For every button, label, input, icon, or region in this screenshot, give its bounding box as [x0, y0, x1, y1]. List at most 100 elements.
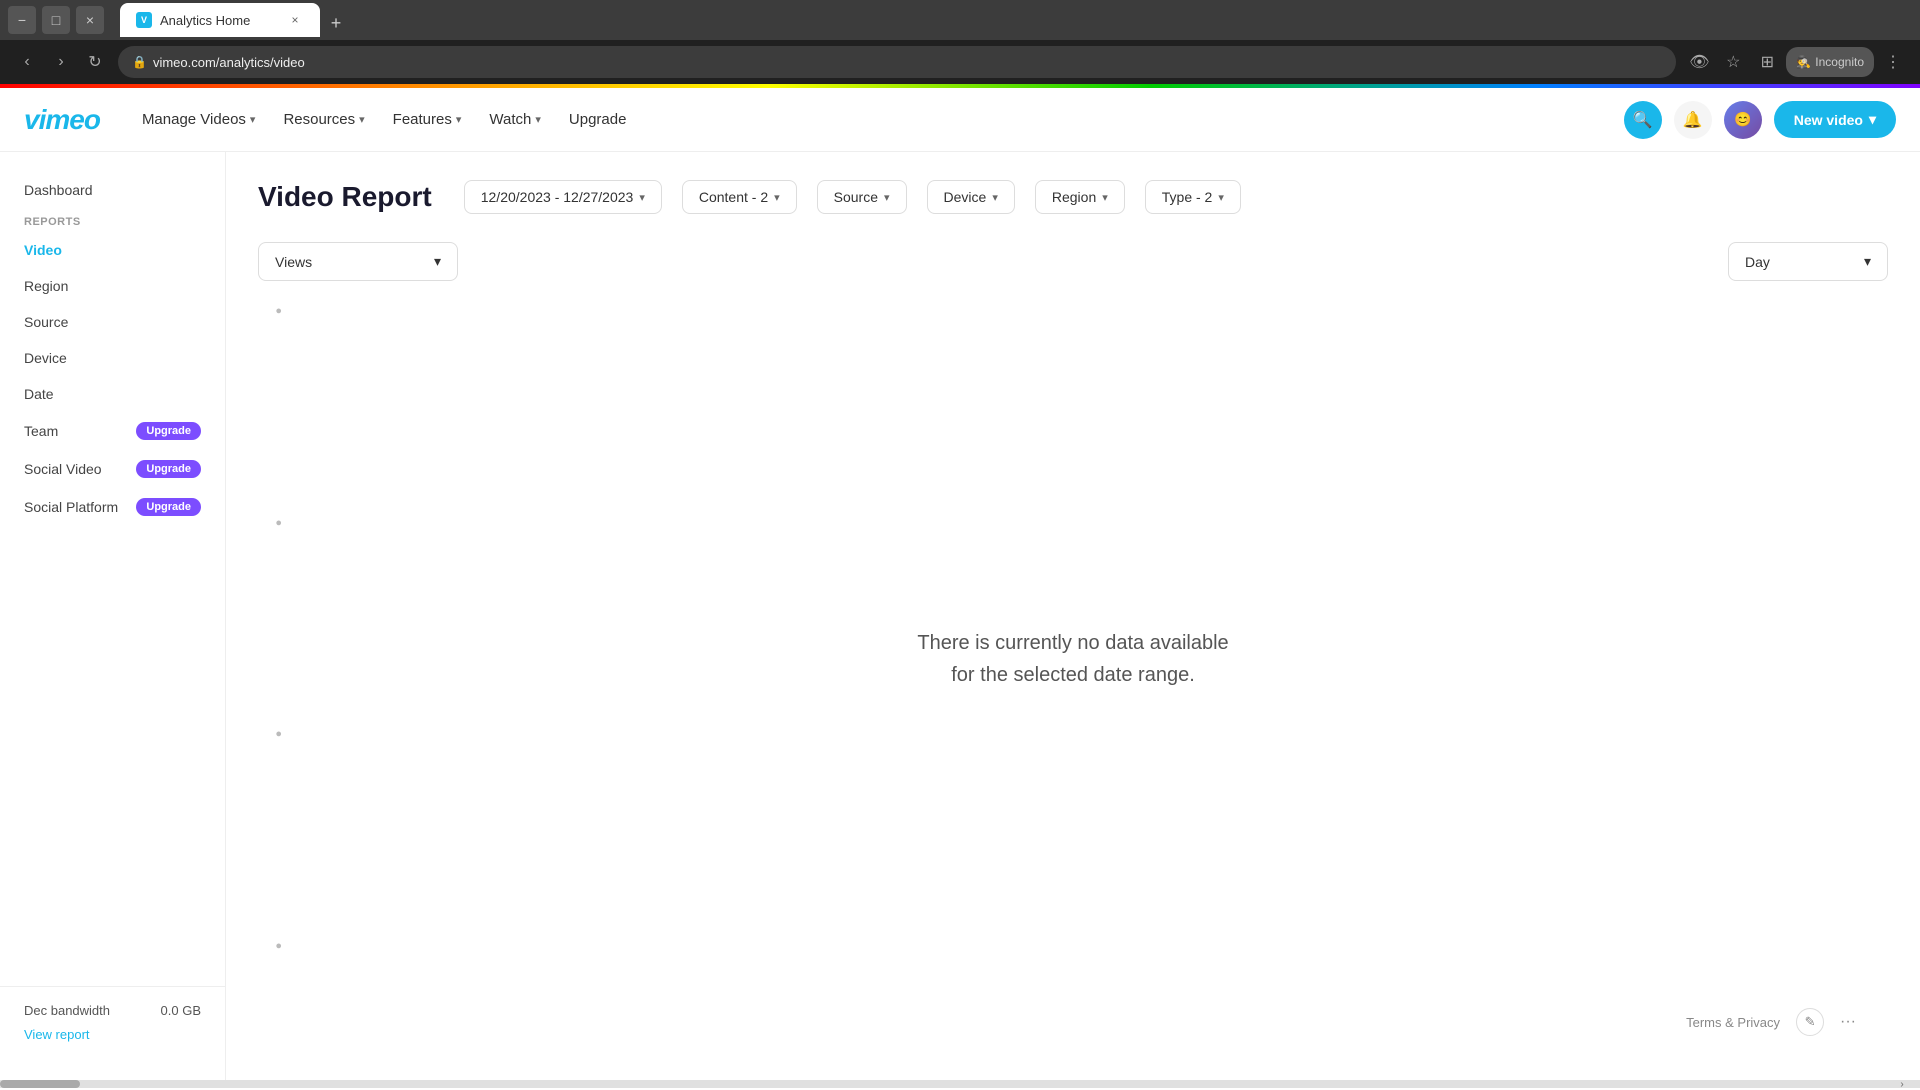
terms-privacy-link[interactable]: Terms & Privacy: [1686, 1015, 1780, 1030]
sidebar-source-label: Source: [24, 314, 68, 330]
views-select-chevron: ▾: [434, 253, 441, 270]
views-select[interactable]: Views ▾: [258, 242, 458, 281]
page-title: Video Report: [258, 181, 432, 213]
tab-title: Analytics Home: [160, 13, 278, 28]
sidebar-device-label: Device: [24, 350, 67, 366]
minimize-button[interactable]: −: [8, 6, 36, 34]
sidebar-item-device[interactable]: Device: [0, 340, 225, 376]
sidebar-item-date[interactable]: Date: [0, 376, 225, 412]
nav-manage-videos[interactable]: Manage Videos ▾: [132, 105, 266, 134]
more-options-icon[interactable]: ···: [1840, 1013, 1856, 1031]
top-nav: vimeo Manage Videos ▾ Resources ▾ Featur…: [0, 88, 1920, 152]
sidebar-footer: Dec bandwidth 0.0 GB View report: [0, 986, 225, 1060]
device-filter-button[interactable]: Device ▾: [927, 180, 1015, 214]
no-data-line1: There is currently no data available: [917, 627, 1228, 659]
incognito-label: Incognito: [1815, 55, 1864, 69]
nav-features[interactable]: Features ▾: [383, 105, 472, 134]
scrollbar-thumb[interactable]: [0, 1080, 80, 1088]
day-select-label: Day: [1745, 254, 1770, 270]
sidebar-date-label: Date: [24, 386, 54, 402]
new-video-label: New video: [1794, 112, 1863, 128]
sidebar-social-video-label: Social Video: [24, 461, 102, 477]
omnibar-actions: 👁 ☆ ⊞ 🕵 Incognito ⋮: [1684, 47, 1908, 77]
edit-icon[interactable]: ✎: [1796, 1008, 1824, 1036]
day-select[interactable]: Day ▾: [1728, 242, 1888, 281]
day-select-chevron: ▾: [1864, 253, 1871, 270]
lock-icon: 🔒: [132, 55, 147, 69]
app: vimeo Manage Videos ▾ Resources ▾ Featur…: [0, 88, 1920, 1080]
back-button[interactable]: ‹: [12, 47, 42, 77]
sidebar-item-dashboard[interactable]: Dashboard: [0, 172, 225, 208]
nav-watch[interactable]: Watch ▾: [479, 105, 550, 134]
region-filter-chevron: ▾: [1102, 191, 1108, 204]
sidebar-item-team[interactable]: Team Upgrade: [0, 412, 225, 450]
sidebar-reports-section: REPORTS: [0, 208, 225, 232]
view-report-link[interactable]: View report: [24, 1027, 90, 1042]
type-filter-label: Type - 2: [1162, 189, 1213, 205]
nav-buttons: ‹ › ↻: [12, 47, 110, 77]
horizontal-scrollbar[interactable]: ›: [0, 1080, 1920, 1088]
device-filter-label: Device: [944, 189, 987, 205]
new-video-button[interactable]: New video ▾: [1774, 101, 1896, 138]
bandwidth-value: 0.0 GB: [161, 1003, 201, 1018]
active-tab[interactable]: V Analytics Home ×: [120, 3, 320, 37]
sidebar-item-source[interactable]: Source: [0, 304, 225, 340]
region-filter-button[interactable]: Region ▾: [1035, 180, 1125, 214]
browser-titlebar: − □ × V Analytics Home × +: [0, 0, 1920, 40]
sidebar-item-video[interactable]: Video: [0, 232, 225, 268]
nav-upgrade-label: Upgrade: [569, 111, 627, 128]
date-filter-button[interactable]: 12/20/2023 - 12/27/2023 ▾: [464, 180, 662, 214]
sidebar-dashboard-label: Dashboard: [24, 182, 93, 198]
address-bar[interactable]: 🔒 vimeo.com/analytics/video: [118, 46, 1676, 78]
social-platform-upgrade-badge[interactable]: Upgrade: [136, 498, 201, 516]
tab-close-button[interactable]: ×: [286, 11, 304, 29]
nav-items: Manage Videos ▾ Resources ▾ Features ▾ W…: [132, 105, 637, 134]
sidebar-video-label: Video: [24, 242, 62, 258]
no-data-line2: for the selected date range.: [917, 659, 1228, 691]
maximize-button[interactable]: □: [42, 6, 70, 34]
team-upgrade-badge[interactable]: Upgrade: [136, 422, 201, 440]
refresh-button[interactable]: ↻: [80, 47, 110, 77]
bookmark-icon[interactable]: ☆: [1718, 47, 1748, 77]
sidebar-region-label: Region: [24, 278, 68, 294]
bandwidth-label: Dec bandwidth: [24, 1003, 110, 1018]
nav-watch-label: Watch: [489, 111, 531, 128]
nav-resources-chevron: ▾: [359, 113, 365, 126]
content-filter-button[interactable]: Content - 2 ▾: [682, 180, 797, 214]
no-data-message: There is currently no data available for…: [917, 627, 1228, 691]
date-filter-chevron: ▾: [639, 191, 645, 204]
nav-actions: 🔍 🔔 😊 New video ▾: [1624, 101, 1896, 139]
nav-features-chevron: ▾: [456, 113, 462, 126]
y-label-1: ●: [275, 940, 282, 952]
type-filter-button[interactable]: Type - 2 ▾: [1145, 180, 1241, 214]
sidebar-item-social-video[interactable]: Social Video Upgrade: [0, 450, 225, 488]
vimeo-logo[interactable]: vimeo: [24, 104, 100, 136]
date-filter-label: 12/20/2023 - 12/27/2023: [481, 189, 634, 205]
sidebar-item-social-platform[interactable]: Social Platform Upgrade: [0, 488, 225, 526]
nav-features-label: Features: [393, 111, 452, 128]
search-button[interactable]: 🔍: [1624, 101, 1662, 139]
new-video-chevron: ▾: [1869, 111, 1876, 128]
omnibar: ‹ › ↻ 🔒 vimeo.com/analytics/video 👁 ☆ ⊞ …: [0, 40, 1920, 84]
scrollbar-right-button[interactable]: ›: [1892, 1080, 1912, 1088]
nav-resources-label: Resources: [283, 111, 355, 128]
extensions-icon[interactable]: ⊞: [1752, 47, 1782, 77]
eye-icon[interactable]: 👁: [1684, 47, 1714, 77]
region-filter-label: Region: [1052, 189, 1096, 205]
more-button[interactable]: ⋮: [1878, 47, 1908, 77]
incognito-badge: 🕵 Incognito: [1786, 47, 1874, 77]
new-tab-button[interactable]: +: [322, 9, 350, 37]
bandwidth-row: Dec bandwidth 0.0 GB: [24, 1003, 201, 1018]
notifications-button[interactable]: 🔔: [1674, 101, 1712, 139]
y-label-4: ●: [275, 305, 282, 317]
avatar[interactable]: 😊: [1724, 101, 1762, 139]
main-layout: Dashboard REPORTS Video Region Source De…: [0, 152, 1920, 1080]
source-filter-button[interactable]: Source ▾: [817, 180, 907, 214]
sidebar-item-region[interactable]: Region: [0, 268, 225, 304]
forward-button[interactable]: ›: [46, 47, 76, 77]
incognito-icon: 🕵: [1796, 55, 1811, 69]
social-video-upgrade-badge[interactable]: Upgrade: [136, 460, 201, 478]
close-button[interactable]: ×: [76, 6, 104, 34]
nav-upgrade[interactable]: Upgrade: [559, 105, 637, 134]
nav-resources[interactable]: Resources ▾: [273, 105, 374, 134]
